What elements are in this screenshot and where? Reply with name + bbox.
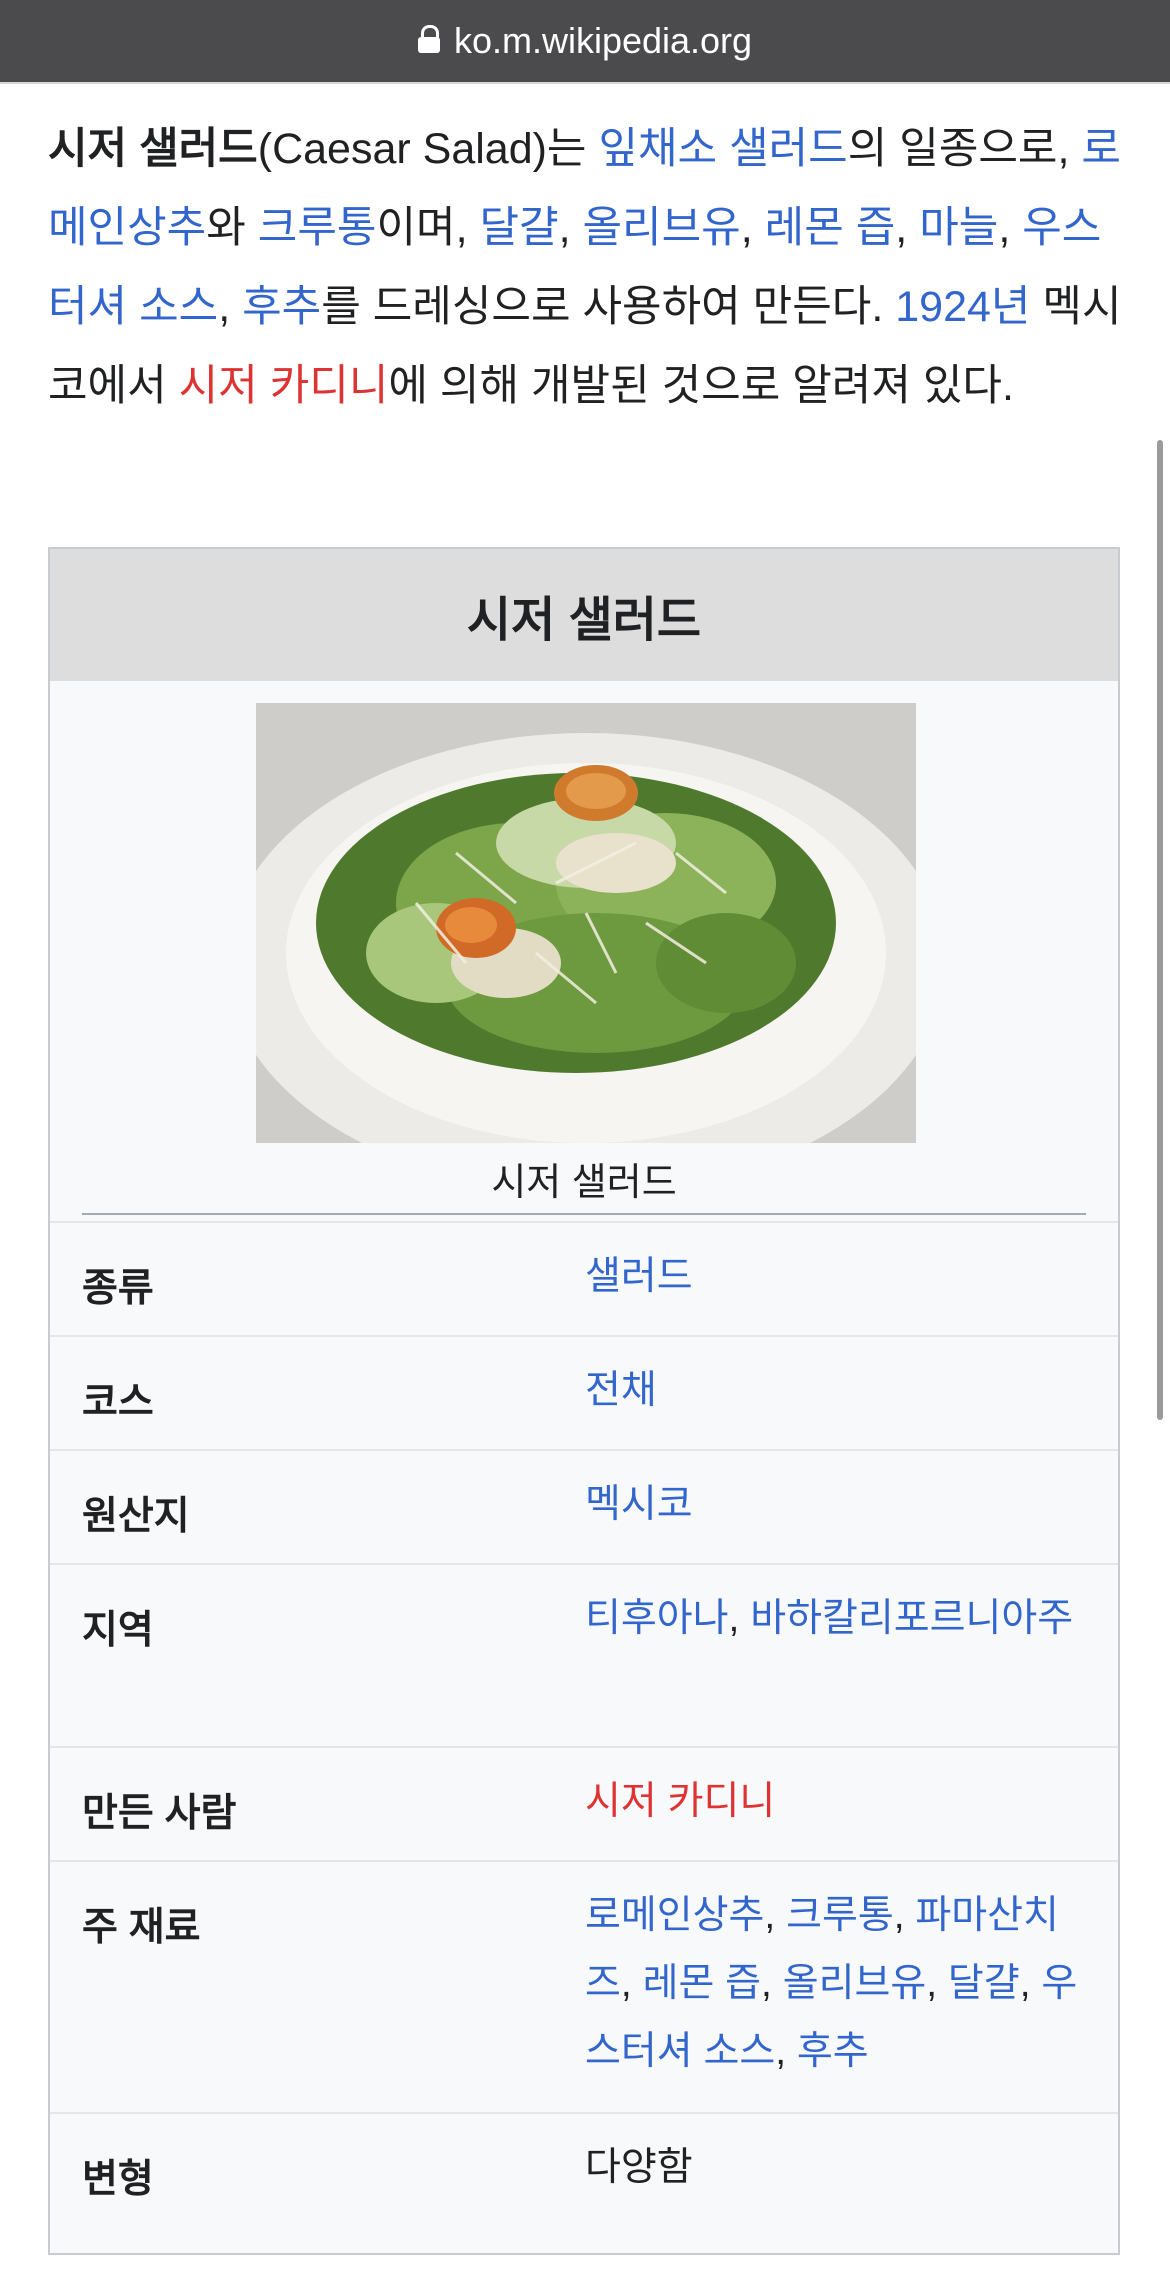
infobox-row-origin: 원산지 멕시코	[50, 1449, 1118, 1563]
row-label: 만든 사람	[82, 1792, 237, 1835]
link-garlic[interactable]: 마늘	[919, 204, 998, 252]
article-subject: 시저 샐러드	[48, 125, 258, 173]
row-label: 코스	[82, 1381, 154, 1424]
row-value: 다양함	[585, 2146, 693, 2189]
infobox-row-ingredients: 주 재료 로메인상추, 크루통, 파마산치즈, 레몬 즙, 올리브유, 달걀, …	[50, 1860, 1118, 2112]
image-caption: 시저 샐러드	[491, 1162, 677, 1204]
ingredient-link[interactable]: 레몬 즙	[643, 1962, 761, 2005]
infobox-title: 시저 샐러드	[50, 549, 1118, 681]
row-label: 변형	[82, 2158, 154, 2201]
ingredient-link[interactable]: 달걀	[948, 1962, 1020, 2005]
row-label: 원산지	[82, 1495, 190, 1538]
row-value-link[interactable]: 멕시코	[585, 1483, 693, 1526]
link-pepper[interactable]: 후추	[242, 283, 321, 331]
row-value-link[interactable]: 샐러드	[585, 1255, 693, 1298]
row-value-link[interactable]: 시저 카디니	[585, 1780, 775, 1823]
row-label: 종류	[82, 1267, 154, 1310]
row-value-link[interactable]: 바하칼리포르니아주	[750, 1597, 1073, 1640]
row-label: 지역	[82, 1609, 154, 1652]
salad-image[interactable]	[256, 703, 916, 1143]
lock-icon	[417, 25, 440, 53]
link-egg[interactable]: 달걀	[479, 204, 558, 252]
link-olive-oil[interactable]: 올리브유	[583, 204, 741, 252]
infobox-row-type: 종류 샐러드	[50, 1221, 1118, 1335]
infobox: 시저 샐러드 시저 샐러드 종류 샐러드 코스 전채 원산지 멕시코 지역 티후…	[48, 547, 1120, 2255]
ingredient-link[interactable]: 크루통	[786, 1894, 894, 1937]
row-label: 주 재료	[82, 1906, 201, 1949]
ingredient-link[interactable]: 올리브유	[783, 1962, 927, 2005]
intro-paragraph: 시저 샐러드(Caesar Salad)는 잎채소 샐러드의 일종으로, 로메인…	[48, 125, 1122, 410]
infobox-row-creator: 만든 사람 시저 카디니	[50, 1746, 1118, 1860]
caption-divider	[82, 1213, 1086, 1215]
ingredient-link[interactable]: 후추	[797, 2030, 869, 2073]
infobox-image-cell: 시저 샐러드	[50, 681, 1118, 1221]
infobox-row-variations: 변형 다양함	[50, 2112, 1118, 2226]
link-lemon-juice[interactable]: 레몬 즙	[765, 204, 896, 252]
browser-address-bar[interactable]: ko.m.wikipedia.org	[0, 0, 1170, 84]
infobox-row-course: 코스 전채	[50, 1335, 1118, 1449]
link-1924[interactable]: 1924년	[895, 283, 1030, 331]
row-value-link[interactable]: 전채	[585, 1369, 657, 1412]
infobox-row-region: 지역 티후아나, 바하칼리포르니아주	[50, 1563, 1118, 1746]
link-caesar-cardini[interactable]: 시저 카디니	[179, 362, 389, 410]
ingredient-link[interactable]: 로메인상추	[585, 1894, 764, 1937]
link-crouton[interactable]: 크루통	[258, 204, 377, 252]
url-text: ko.m.wikipedia.org	[453, 20, 753, 61]
row-value-link[interactable]: 티후아나	[585, 1597, 729, 1640]
scrollbar[interactable]	[1157, 440, 1163, 1420]
link-leaf-salad[interactable]: 잎채소 샐러드	[598, 125, 847, 173]
